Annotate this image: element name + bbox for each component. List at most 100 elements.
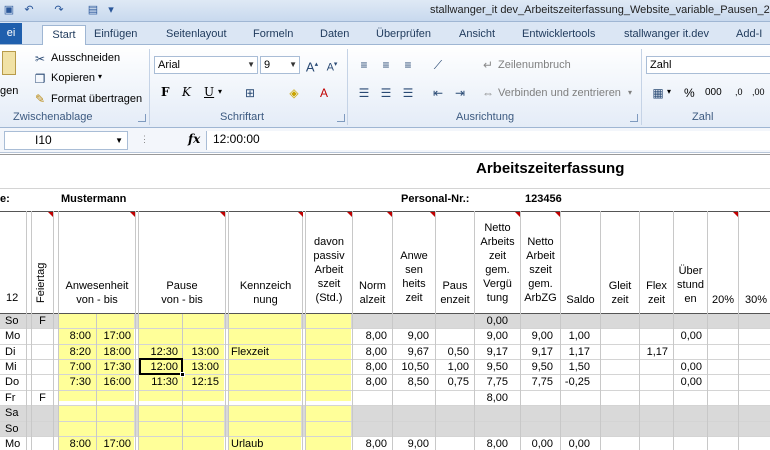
italic-button[interactable]: K	[182, 85, 191, 99]
cell-normal-time[interactable]: 8,00	[353, 360, 387, 374]
merge-icon[interactable]: ⇔	[480, 85, 496, 101]
tab-einfuegen[interactable]: Einfügen	[94, 25, 137, 45]
cell-pause-to[interactable]: 13:00	[183, 360, 219, 374]
comment-indicator-icon[interactable]	[515, 212, 520, 217]
cell-net-arbzg[interactable]: 9,50	[521, 360, 553, 374]
percent-button[interactable]: %	[684, 86, 695, 100]
cut-button[interactable]: Ausschneiden	[51, 52, 120, 64]
increase-decimal-icon[interactable]: ,0	[735, 87, 743, 97]
align-center-icon[interactable]: ☰	[378, 85, 394, 101]
orientation-icon[interactable]: ⟋	[430, 57, 446, 73]
name-box[interactable]: I10 ▼	[4, 131, 128, 150]
currency-icon[interactable]: ▦	[650, 85, 666, 101]
tab-daten[interactable]: Daten	[320, 25, 349, 45]
cell-day[interactable]: Di	[5, 345, 27, 359]
tab-entwicklertools[interactable]: Entwicklertools	[522, 25, 595, 45]
cell-attendance-to[interactable]: 17:00	[97, 329, 131, 343]
cell-attendance-time[interactable]: 9,00	[393, 329, 429, 343]
cell-attendance-time[interactable]: 8,50	[393, 375, 429, 389]
cell-attendance-from[interactable]: 8:00	[59, 437, 91, 450]
cell-net-arbzg[interactable]: 9,00	[521, 329, 553, 343]
cell-flex[interactable]: 1,17	[640, 345, 668, 359]
cell-pause-to[interactable]: 12:15	[183, 375, 219, 389]
cell-day[interactable]: Mo	[5, 437, 27, 450]
merge-center-button[interactable]: Verbinden und zentrieren	[498, 87, 621, 99]
shrink-font-icon[interactable]: A▾	[324, 57, 340, 74]
cell-attendance-to[interactable]: 18:00	[97, 345, 131, 359]
insert-function-button[interactable]: fx	[188, 132, 200, 146]
tab-start[interactable]: Start	[42, 25, 86, 45]
cell-pause-from[interactable]: 12:30	[139, 345, 178, 359]
cell-note[interactable]: Flexzeit	[231, 345, 301, 359]
border-icon[interactable]: ⊞	[242, 85, 258, 101]
cell-balance[interactable]: 1,00	[561, 329, 590, 343]
cell-overtime[interactable]: 0,00	[674, 329, 702, 343]
cell-normal-time[interactable]: 8,00	[353, 329, 387, 343]
underline-button[interactable]: U	[204, 85, 214, 99]
cell-balance[interactable]: -0,25	[561, 375, 590, 389]
active-cell-selection[interactable]	[139, 358, 183, 375]
save-icon[interactable]: ▣	[2, 3, 16, 17]
cell-normal-time[interactable]: 8,00	[353, 437, 387, 450]
cell-attendance-time[interactable]: 9,00	[393, 437, 429, 450]
cell-balance[interactable]: 1,50	[561, 360, 590, 374]
copy-button[interactable]: Kopieren	[51, 72, 95, 84]
cell-note[interactable]: Urlaub	[231, 437, 301, 450]
increase-indent-icon[interactable]: ⇥	[452, 85, 468, 101]
wrap-text-button[interactable]: Zeilenumbruch	[498, 59, 571, 71]
align-top-icon[interactable]: ≡	[356, 57, 372, 73]
cell-net-payment[interactable]: 9,00	[475, 329, 508, 343]
fill-handle[interactable]	[180, 372, 185, 377]
tab-addins[interactable]: Add-I	[736, 25, 762, 45]
bold-button[interactable]: F	[161, 85, 170, 99]
underline-dropdown-icon[interactable]: ▾	[218, 87, 222, 96]
cell-net-payment[interactable]: 8,00	[475, 437, 508, 450]
cell-pause-time[interactable]: 0,75	[436, 375, 469, 389]
cell-attendance-from[interactable]: 8:00	[59, 329, 91, 343]
currency-dropdown-icon[interactable]: ▾	[667, 87, 671, 96]
comment-indicator-icon[interactable]	[298, 212, 303, 217]
cell-day[interactable]: Fr	[5, 391, 27, 405]
cell-net-arbzg[interactable]: 7,75	[521, 375, 553, 389]
format-painter-button[interactable]: Format übertragen	[51, 93, 142, 105]
cell-feiertag[interactable]: F	[32, 314, 53, 328]
cell-day[interactable]: Mi	[5, 360, 27, 374]
cell-feiertag[interactable]: F	[32, 391, 53, 405]
paste-icon[interactable]	[2, 51, 16, 75]
comment-indicator-icon[interactable]	[48, 212, 53, 217]
cell-net-payment[interactable]: 8,00	[475, 391, 508, 405]
cell-day[interactable]: So	[5, 422, 27, 436]
worksheet[interactable]: Arbeitszeiterfassung e: Mustermann Perso…	[0, 153, 770, 450]
cell-attendance-from[interactable]: 7:30	[59, 375, 91, 389]
cell-day[interactable]: Sa	[5, 406, 27, 420]
undo-icon[interactable]: ↶	[22, 3, 36, 17]
thousands-button[interactable]: 000	[705, 87, 722, 98]
cell-net-payment[interactable]: 7,75	[475, 375, 508, 389]
align-middle-icon[interactable]: ≡	[378, 57, 394, 73]
comment-indicator-icon[interactable]	[220, 212, 225, 217]
decrease-indent-icon[interactable]: ⇤	[430, 85, 446, 101]
cell-attendance-to[interactable]: 17:00	[97, 437, 131, 450]
customize-qa-icon[interactable]: ▾	[104, 3, 118, 17]
cell-attendance-time[interactable]: 9,67	[393, 345, 429, 359]
quick-access-icon[interactable]: ▤	[86, 3, 100, 17]
comment-indicator-icon[interactable]	[555, 212, 560, 217]
cell-net-payment[interactable]: 9,50	[475, 360, 508, 374]
tab-ueberpruefen[interactable]: Überprüfen	[376, 25, 431, 45]
wrap-text-icon[interactable]: ↵	[480, 57, 496, 73]
comment-indicator-icon[interactable]	[733, 212, 738, 217]
cell-normal-time[interactable]: 8,00	[353, 345, 387, 359]
align-left-icon[interactable]: ☰	[356, 85, 372, 101]
grow-font-icon[interactable]: A▴	[304, 57, 320, 74]
cell-balance[interactable]: 0,00	[561, 437, 590, 450]
copy-dropdown-icon[interactable]: ▾	[98, 72, 102, 81]
cell-normal-time[interactable]: 8,00	[353, 375, 387, 389]
font-size-select[interactable]: 9 ▼	[260, 56, 300, 74]
align-right-icon[interactable]: ☰	[400, 85, 416, 101]
tab-ansicht[interactable]: Ansicht	[459, 25, 495, 45]
clipboard-launcher-icon[interactable]	[138, 114, 146, 122]
tab-file[interactable]: ei	[0, 23, 22, 44]
align-bottom-icon[interactable]: ≡	[400, 57, 416, 73]
cell-net-arbzg[interactable]: 0,00	[521, 437, 553, 450]
number-format-select[interactable]: Zahl	[646, 56, 770, 74]
